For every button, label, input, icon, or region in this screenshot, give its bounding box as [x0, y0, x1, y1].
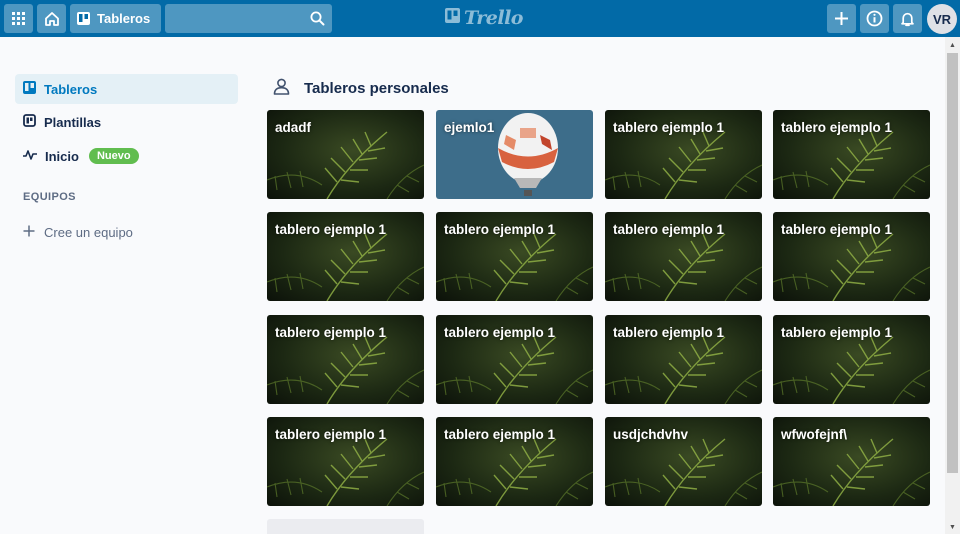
sidebar-item-templates[interactable]: Plantillas — [15, 107, 238, 137]
sidebar-item-label: Tableros — [44, 81, 98, 97]
create-board-tile[interactable] — [267, 519, 424, 534]
sidebar-item-label: Inicio — [45, 148, 79, 164]
board-tile[interactable]: tablero ejemplo 1 — [605, 110, 762, 199]
board-tile[interactable]: tablero ejemplo 1 — [773, 212, 930, 301]
board-title: adadf — [275, 120, 312, 135]
board-title: tablero ejemplo 1 — [613, 222, 725, 237]
board-title: wfwofejnf\ — [781, 427, 847, 442]
board-title: tablero ejemplo 1 — [275, 427, 387, 442]
board-tile[interactable]: tablero ejemplo 1 — [773, 315, 930, 404]
board-title: tablero ejemplo 1 — [444, 427, 556, 442]
sidebar-item-home[interactable]: Inicio Nuevo — [15, 141, 238, 171]
plus-icon — [834, 11, 849, 26]
scroll-thumb[interactable] — [947, 53, 958, 473]
board-title: tablero ejemplo 1 — [613, 120, 725, 135]
board-tile[interactable]: tablero ejemplo 1 — [436, 315, 593, 404]
trello-logo-icon — [445, 8, 460, 28]
top-header: Tableros Trello VR — [0, 0, 960, 37]
board-tile[interactable]: ejemlo1 — [436, 110, 593, 199]
person-icon — [273, 78, 290, 99]
create-button[interactable] — [827, 4, 856, 33]
board-tile[interactable]: tablero ejemplo 1 — [436, 212, 593, 301]
create-team-button[interactable]: Cree un equipo — [15, 217, 238, 247]
board-title: tablero ejemplo 1 — [781, 325, 893, 340]
board-tile[interactable]: tablero ejemplo 1 — [773, 110, 930, 199]
info-button[interactable] — [860, 4, 889, 33]
sidebar-item-label: Plantillas — [44, 114, 102, 130]
apps-button[interactable] — [4, 4, 33, 33]
scrollbar[interactable]: ▲ ▼ — [945, 37, 960, 534]
boards-button-label: Tableros — [97, 11, 151, 26]
create-team-label: Cree un equipo — [44, 224, 133, 240]
board-tile[interactable]: tablero ejemplo 1 — [436, 417, 593, 506]
board-tile[interactable]: tablero ejemplo 1 — [267, 212, 424, 301]
plus-icon — [23, 225, 35, 240]
board-tile[interactable]: adadf — [267, 110, 424, 199]
scroll-up-arrow[interactable]: ▲ — [945, 38, 960, 52]
activity-icon — [23, 149, 37, 164]
board-title: tablero ejemplo 1 — [613, 325, 725, 340]
board-tile[interactable]: tablero ejemplo 1 — [605, 315, 762, 404]
board-title: tablero ejemplo 1 — [444, 325, 556, 340]
new-badge: Nuevo — [88, 148, 139, 164]
board-title: tablero ejemplo 1 — [444, 222, 556, 237]
notifications-button[interactable] — [893, 4, 922, 33]
search-icon — [310, 11, 325, 26]
board-title: ejemlo1 — [444, 120, 495, 135]
home-icon — [44, 11, 60, 27]
section-heading: Tableros personales — [273, 78, 449, 99]
grid-icon — [12, 12, 25, 25]
info-icon — [866, 10, 883, 27]
templates-icon — [23, 114, 36, 130]
bell-icon — [900, 11, 915, 27]
logo-text: Trello — [464, 7, 523, 29]
board-title: tablero ejemplo 1 — [275, 222, 387, 237]
sidebar-item-boards[interactable]: Tableros — [15, 74, 238, 104]
board-icon — [23, 81, 36, 97]
board-title: tablero ejemplo 1 — [781, 120, 893, 135]
board-tile[interactable]: usdjchdvhv — [605, 417, 762, 506]
avatar[interactable]: VR — [927, 4, 957, 34]
board-title: tablero ejemplo 1 — [781, 222, 893, 237]
board-title: tablero ejemplo 1 — [275, 325, 387, 340]
board-tile[interactable]: tablero ejemplo 1 — [605, 212, 762, 301]
board-title: usdjchdvhv — [613, 427, 689, 442]
section-title: Tableros personales — [304, 80, 449, 97]
teams-heading: EQUIPOS — [23, 191, 76, 203]
scroll-down-arrow[interactable]: ▼ — [945, 520, 960, 534]
board-tile[interactable]: tablero ejemplo 1 — [267, 417, 424, 506]
trello-logo[interactable]: Trello — [445, 7, 523, 29]
board-tile[interactable]: wfwofejnf\ — [773, 417, 930, 506]
board-tile[interactable]: tablero ejemplo 1 — [267, 315, 424, 404]
home-button[interactable] — [37, 4, 66, 33]
search-input[interactable] — [165, 4, 332, 33]
boards-button[interactable]: Tableros — [70, 4, 161, 33]
board-icon — [77, 12, 90, 25]
